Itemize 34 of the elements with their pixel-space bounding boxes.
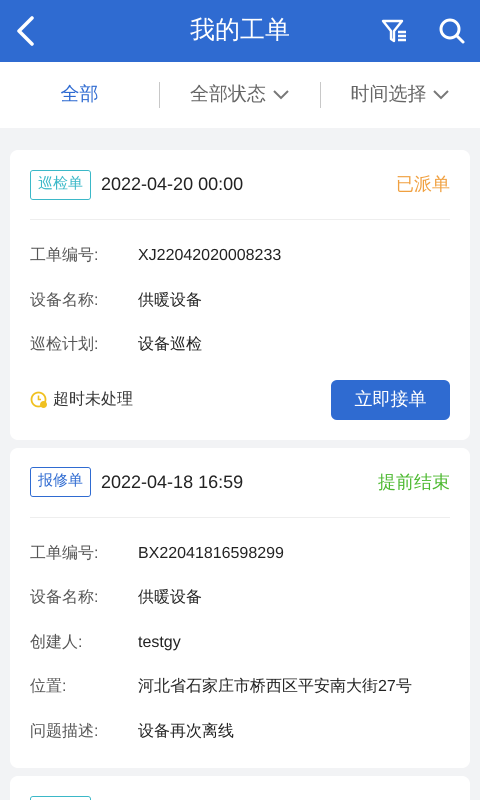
field-label: 问题描述: [30, 722, 100, 742]
field-value: 设备再次离线 [138, 722, 234, 742]
field-label: 创建人: [30, 632, 84, 653]
field-label: 位置: [30, 677, 68, 698]
field-value: testgy [138, 632, 181, 653]
field-label: 设备名称: [30, 588, 100, 608]
accept-order-button[interactable]: 立即接单 [331, 380, 450, 420]
page-title: 我的工单 [190, 15, 290, 46]
field-value: 河北省石家庄市桥西区平安南大街27号 [138, 676, 412, 698]
filter-dropdown[interactable]: 时间选择 [320, 80, 480, 110]
field-value: BX22041816598299 [138, 544, 284, 564]
order-status: 提前结束 [378, 470, 450, 494]
order-type-tag: 巡检单 [30, 170, 91, 200]
order-time: 2022-04-20 00:00 [101, 173, 244, 196]
order-type-tag: 报修单 [30, 467, 91, 497]
field-label: 设备名称: [30, 290, 100, 311]
filter-tab[interactable]: 全部 [0, 80, 160, 110]
filter-icon[interactable] [380, 17, 408, 45]
order-card[interactable]: 巡检单 2022-04-20 00:00 已派单 工单编号: XJ22042020008233 设备名称: 供暖设备 巡检计划: 设备巡检 超时未处理 立即接单 [10, 150, 470, 440]
search-icon[interactable] [438, 17, 466, 45]
field-label: 工单编号: [30, 246, 100, 266]
field-value: 供暖设备 [138, 588, 202, 608]
order-card[interactable]: 报修单 2022-04-18 16:59 提前结束 工单编号: BX22041816598299 设备名称: 供暖设备 创建人: testgy 位置: 河北省石家庄市桥西区平安南大街27号 问题描述: 设备再次离线 [10, 448, 470, 768]
field-value: XJ22042020008233 [138, 246, 282, 266]
overdue-note: 超时未处理 [53, 390, 134, 410]
clock-warning-icon [30, 390, 48, 408]
field-value: 设备巡检 [138, 335, 202, 356]
field-label: 巡检计划: [30, 334, 100, 356]
back-icon[interactable] [14, 15, 36, 47]
field-value: 供暖设备 [138, 290, 202, 311]
filter-dropdown[interactable]: 全部状态 [160, 80, 320, 110]
order-time: 2022-04-18 16:59 [101, 470, 244, 494]
field-label: 工单编号: [30, 544, 100, 564]
order-status: 已派单 [396, 173, 450, 196]
